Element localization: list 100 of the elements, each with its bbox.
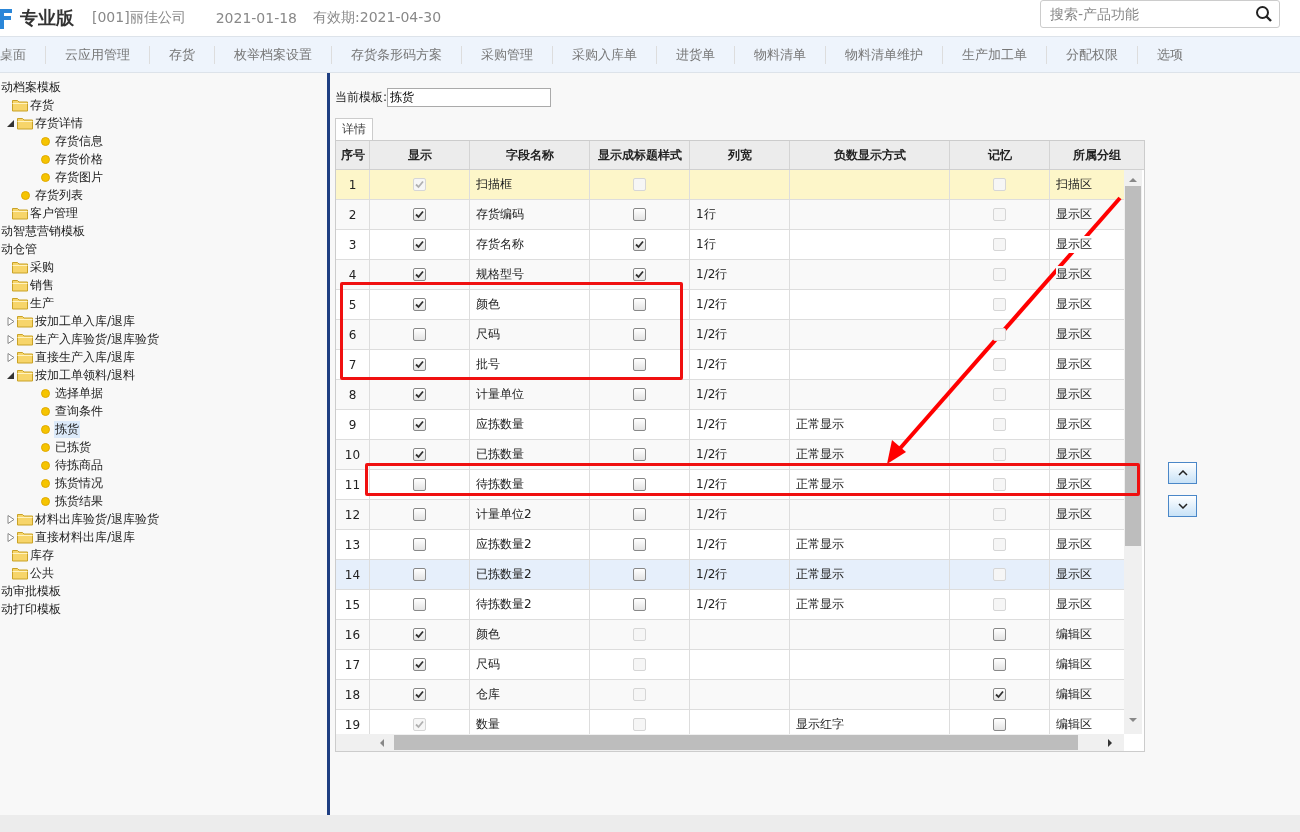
expand-icon[interactable] xyxy=(7,316,15,326)
checkbox[interactable] xyxy=(993,718,1006,731)
checkbox[interactable] xyxy=(993,658,1006,671)
tree-item[interactable]: 采购 xyxy=(29,258,55,276)
collapse-icon[interactable] xyxy=(7,118,15,128)
table-cell: 显示区 xyxy=(1056,476,1092,493)
nav-item[interactable]: 枚举档案设置 xyxy=(215,45,331,64)
move-up-button[interactable] xyxy=(1168,462,1197,484)
tree-item[interactable]: 存货 xyxy=(29,96,55,114)
tree-item[interactable]: 生产 xyxy=(29,294,55,312)
tree-item[interactable]: 查询条件 xyxy=(54,402,104,420)
checkbox[interactable] xyxy=(633,568,646,581)
nav-item[interactable]: 物料清单 xyxy=(735,45,825,64)
template-field[interactable]: 拣货 xyxy=(387,87,552,107)
horizontal-scrollbar[interactable] xyxy=(336,734,1124,751)
checkbox[interactable] xyxy=(993,628,1006,641)
checkbox[interactable] xyxy=(413,328,426,341)
checked-checkbox[interactable] xyxy=(633,238,646,251)
nav-item[interactable]: 桌面 xyxy=(0,45,45,64)
tree-item[interactable]: 直接材料出库/退库 xyxy=(34,528,137,546)
table-cell: 1/2行 xyxy=(696,536,728,553)
tree-item[interactable]: 存货信息 xyxy=(54,132,104,150)
tree-item[interactable]: 动档案模板 xyxy=(0,78,62,96)
checked-checkbox[interactable] xyxy=(633,268,646,281)
checked-checkbox[interactable] xyxy=(413,298,426,311)
checked-checkbox[interactable] xyxy=(413,418,426,431)
table-cell: 1/2行 xyxy=(696,296,728,313)
nav-item[interactable]: 生产加工单 xyxy=(943,45,1046,64)
checkbox[interactable] xyxy=(633,358,646,371)
checked-checkbox[interactable] xyxy=(413,688,426,701)
checkbox[interactable] xyxy=(633,388,646,401)
checkbox[interactable] xyxy=(633,598,646,611)
checked-checkbox[interactable] xyxy=(413,358,426,371)
tab[interactable]: 详情 xyxy=(335,118,373,140)
checkbox[interactable] xyxy=(413,508,426,521)
checked-checkbox[interactable] xyxy=(413,448,426,461)
nav-item[interactable]: 云应用管理 xyxy=(46,45,149,64)
checkbox[interactable] xyxy=(413,478,426,491)
tree-item[interactable]: 材料出库验货/退库验货 xyxy=(34,510,161,528)
checked-checkbox[interactable] xyxy=(413,388,426,401)
tree-item[interactable]: 拣货情况 xyxy=(54,474,104,492)
tree-item[interactable]: 动打印模板 xyxy=(0,600,62,618)
tree-item[interactable]: 选择单据 xyxy=(54,384,104,402)
collapse-icon[interactable] xyxy=(7,370,15,380)
checkbox[interactable] xyxy=(413,568,426,581)
tree-item[interactable]: 客户管理 xyxy=(29,204,79,222)
tree-item[interactable]: 按加工单入库/退库 xyxy=(34,312,137,330)
checked-checkbox[interactable] xyxy=(413,628,426,641)
checkbox[interactable] xyxy=(413,538,426,551)
tree-item[interactable]: 存货列表 xyxy=(34,186,84,204)
tree-item[interactable]: 按加工单领料/退料 xyxy=(34,366,137,384)
checked-checkbox[interactable] xyxy=(413,658,426,671)
checked-checkbox[interactable] xyxy=(413,208,426,221)
table-cell: 编辑区 xyxy=(1056,686,1092,703)
checkbox[interactable] xyxy=(633,478,646,491)
tree-item[interactable]: 拣货结果 xyxy=(54,492,104,510)
checkbox[interactable] xyxy=(633,508,646,521)
checkbox[interactable] xyxy=(633,418,646,431)
table-cell: 1/2行 xyxy=(696,596,728,613)
tree-item[interactable]: 动仓管 xyxy=(0,240,38,258)
move-down-button[interactable] xyxy=(1168,495,1197,517)
tree-item[interactable]: 存货详情 xyxy=(34,114,84,132)
checkbox[interactable] xyxy=(413,598,426,611)
checkbox[interactable] xyxy=(633,298,646,311)
nav-item[interactable]: 存货 xyxy=(150,45,214,64)
nav-item[interactable]: 物料清单维护 xyxy=(826,45,942,64)
nav-item[interactable]: 分配权限 xyxy=(1047,45,1137,64)
nav-item[interactable]: 采购入库单 xyxy=(553,45,656,64)
tree-item[interactable]: 拣货 xyxy=(54,420,80,438)
tree-item[interactable]: 公共 xyxy=(29,564,55,582)
tree-item[interactable]: 动智慧营销模板 xyxy=(0,222,86,240)
tree-item[interactable]: 动审批模板 xyxy=(0,582,62,600)
tree-item[interactable]: 已拣货 xyxy=(54,438,92,456)
tree-item[interactable]: 存货图片 xyxy=(54,168,104,186)
tree-item[interactable]: 库存 xyxy=(29,546,55,564)
nav-item[interactable]: 选项 xyxy=(1138,45,1202,64)
search-icon[interactable] xyxy=(1255,5,1273,23)
nav-item[interactable]: 采购管理 xyxy=(462,45,552,64)
expand-icon[interactable] xyxy=(7,334,15,344)
expand-icon[interactable] xyxy=(7,532,15,542)
checked-checkbox[interactable] xyxy=(413,238,426,251)
checkbox[interactable] xyxy=(633,328,646,341)
checkbox[interactable] xyxy=(633,448,646,461)
tree-item[interactable]: 生产入库验货/退库验货 xyxy=(34,330,161,348)
expand-icon[interactable] xyxy=(7,352,15,362)
nav-item[interactable]: 进货单 xyxy=(657,45,734,64)
checkbox[interactable] xyxy=(633,538,646,551)
tree-item[interactable]: 销售 xyxy=(29,276,55,294)
expand-icon[interactable] xyxy=(7,514,15,524)
tree-item[interactable]: 待拣商品 xyxy=(54,456,104,474)
tree-item[interactable]: 直接生产入库/退库 xyxy=(34,348,137,366)
checked-checkbox[interactable] xyxy=(413,268,426,281)
search-field[interactable]: 搜索-产品功能 xyxy=(1040,0,1280,28)
table-cell: 显示区 xyxy=(1056,446,1092,463)
nav-item[interactable]: 存货条形码方案 xyxy=(332,45,461,64)
vertical-scrollbar[interactable] xyxy=(1124,170,1142,734)
tree-item[interactable]: 存货价格 xyxy=(54,150,104,168)
table-cell: 正常显示 xyxy=(796,536,844,553)
checkbox[interactable] xyxy=(633,208,646,221)
checked-checkbox[interactable] xyxy=(993,688,1006,701)
